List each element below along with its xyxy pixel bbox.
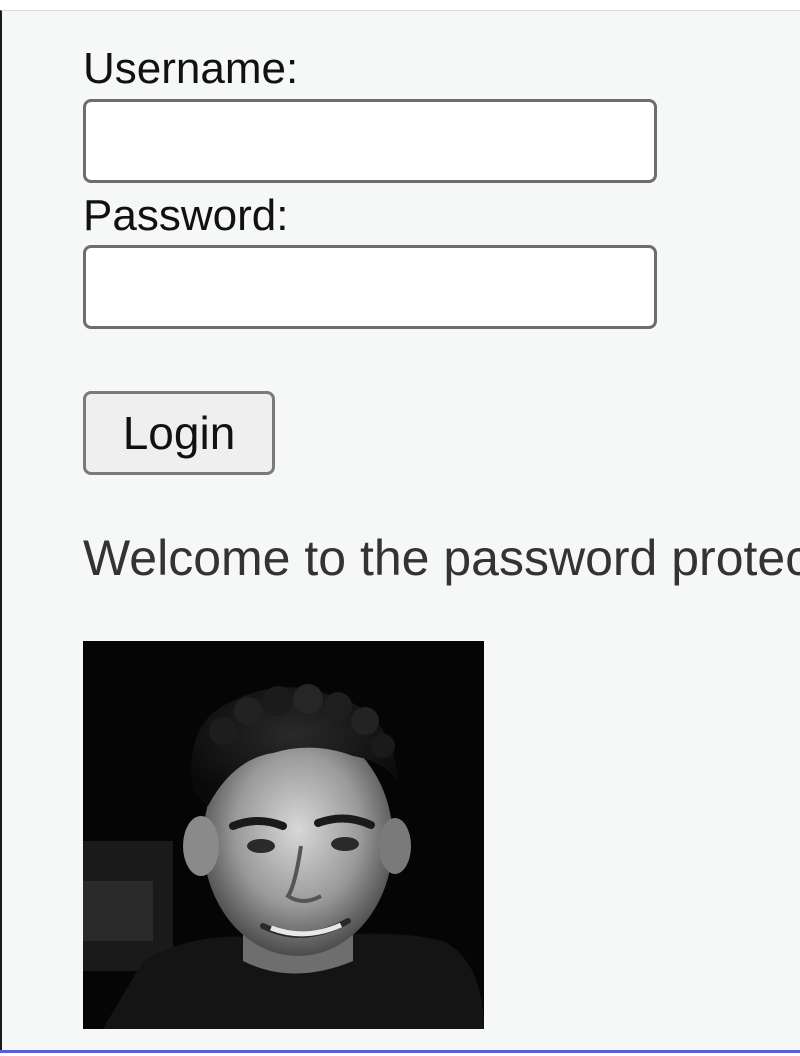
username-input[interactable] [83,99,657,183]
page-frame: Username: Password: Login Welcome to the… [0,10,800,1050]
username-label: Username: [83,44,299,93]
bottom-rule [0,1050,800,1053]
password-label: Password: [83,191,289,240]
portrait-photo [83,641,484,1029]
password-input[interactable] [83,245,657,329]
portrait-photo-image [83,641,484,1029]
login-button[interactable]: Login [83,391,275,475]
welcome-text: Welcome to the password protected [83,530,800,586]
